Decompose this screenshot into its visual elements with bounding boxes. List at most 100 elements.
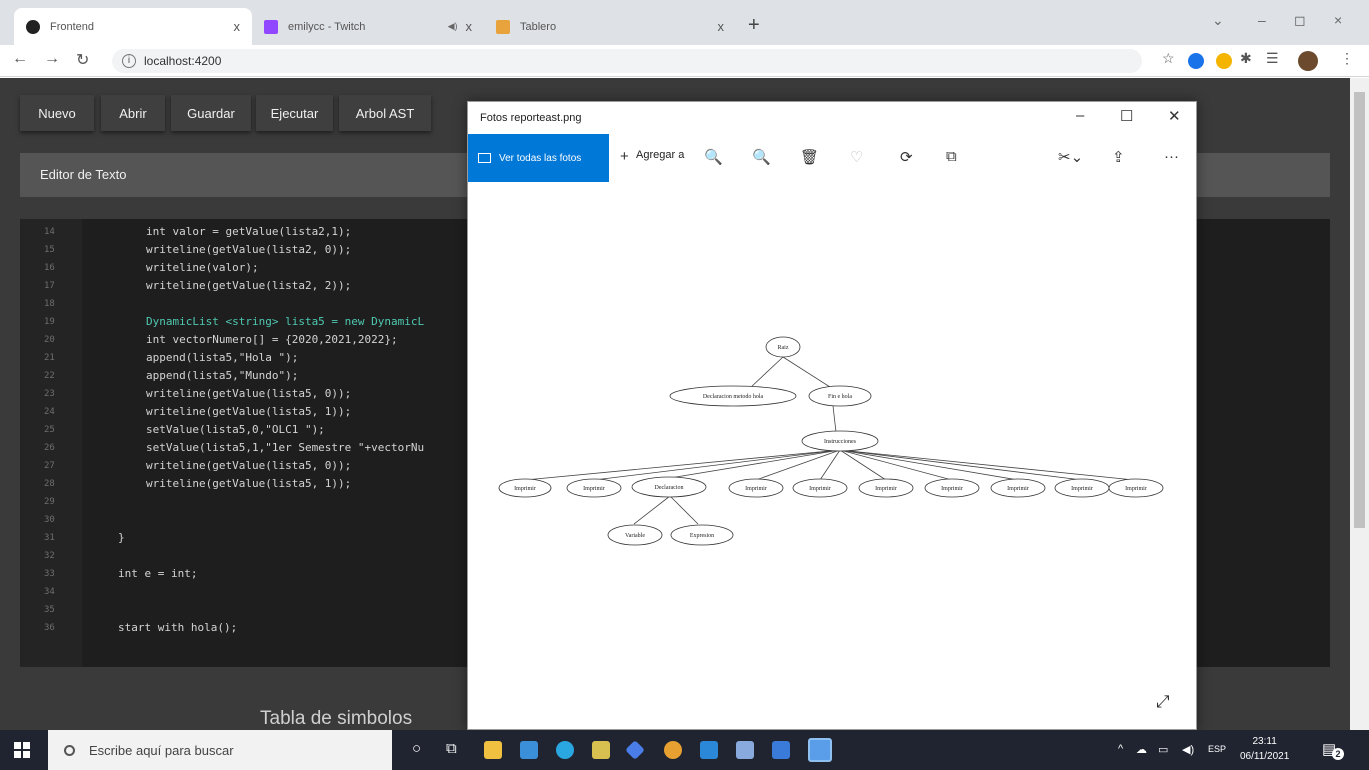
notifications-icon[interactable]: ▤ 2 xyxy=(1322,740,1344,760)
crop-icon[interactable]: ⧉ xyxy=(946,148,957,165)
photos-command-bar: Ver todas las fotos + Agregar a 🔍 🔍 🗑 ♡ … xyxy=(468,134,1196,182)
extensions-puzzle-icon[interactable]: ✱ xyxy=(1240,50,1252,67)
cortana-icon[interactable]: ○ xyxy=(412,740,421,757)
line-number: 17 xyxy=(44,281,55,291)
address-bar[interactable]: i localhost:4200 xyxy=(112,49,1142,73)
input-language[interactable]: ESP xyxy=(1208,744,1226,754)
code-line: writeline(getValue(lista2, 2)); xyxy=(146,279,352,292)
ast-image: Raiz Declaracion metodo hola Fin e hola … xyxy=(498,336,1164,546)
tree-label: Variable xyxy=(625,533,645,539)
twitch-icon xyxy=(264,19,278,34)
avatar[interactable] xyxy=(1298,51,1318,71)
line-number: 34 xyxy=(44,587,55,597)
scrollbar-thumb[interactable] xyxy=(1354,92,1365,528)
tree-label: Instrucciones xyxy=(824,439,857,445)
close-tab-icon[interactable]: x xyxy=(466,19,473,34)
photos-close-button[interactable]: ✕ xyxy=(1168,107,1181,125)
favorite-icon[interactable]: ♡ xyxy=(850,148,863,166)
forward-icon[interactable]: → xyxy=(44,50,60,68)
line-number: 30 xyxy=(44,515,55,525)
share-icon[interactable]: ⇪ xyxy=(1112,148,1125,166)
audio-icon[interactable]: ◀) xyxy=(448,21,458,32)
tree-edge xyxy=(749,356,784,389)
abrir-button[interactable]: Abrir xyxy=(101,95,165,131)
minimize-button[interactable]: – xyxy=(1258,12,1266,28)
vscode-icon[interactable] xyxy=(700,741,718,759)
store-bag-icon[interactable] xyxy=(484,741,502,759)
edge-icon[interactable] xyxy=(556,741,574,759)
clock[interactable]: 23:11 06/11/2021 xyxy=(1240,734,1289,764)
tree-edge xyxy=(819,449,841,481)
tree-label: Imprimir xyxy=(1007,486,1029,492)
more-icon[interactable]: ··· xyxy=(1164,148,1179,165)
close-window-button[interactable]: × xyxy=(1334,12,1342,28)
tab-twitch[interactable]: emilycc - Twitch ◀) x xyxy=(252,8,484,45)
guardar-button[interactable]: Guardar xyxy=(171,95,251,131)
browser-menu-icon[interactable]: ⋮ xyxy=(1340,50,1354,67)
photos-minimize-button[interactable]: – xyxy=(1076,107,1084,124)
tree-label: Fin e hola xyxy=(828,394,852,400)
code-line: writeline(getValue(lista5, 1)); xyxy=(146,405,352,418)
code-line: writeline(valor); xyxy=(146,261,259,274)
restore-button[interactable]: ◻ xyxy=(1294,12,1306,29)
photos-app-icon[interactable] xyxy=(808,738,832,762)
zoom-in-icon[interactable]: 🔍 xyxy=(704,148,723,166)
tab-frontend[interactable]: Frontend x xyxy=(14,8,252,45)
rotate-icon[interactable]: ⟳ xyxy=(900,148,913,166)
file-explorer-icon[interactable] xyxy=(592,741,610,759)
arbol-ast-button[interactable]: Arbol AST xyxy=(339,95,431,131)
windows-start-icon[interactable] xyxy=(14,742,30,758)
new-tab-button[interactable]: + xyxy=(748,14,760,37)
tree-label: Imprimir xyxy=(1071,486,1093,492)
info-icon[interactable]: i xyxy=(122,54,136,68)
extension-o-icon[interactable] xyxy=(1188,53,1204,69)
tree-label: Imprimir xyxy=(514,486,536,492)
app-window-icon[interactable] xyxy=(772,741,790,759)
volume-icon[interactable]: ◀) xyxy=(1182,743,1194,756)
zoom-out-icon[interactable]: 🔍 xyxy=(752,148,771,166)
tray-chevron-icon[interactable]: ^ xyxy=(1118,743,1123,755)
chrome-icon[interactable] xyxy=(664,741,682,759)
add-to-label[interactable]: Agregar a xyxy=(636,149,684,161)
close-tab-icon[interactable]: x xyxy=(718,19,725,34)
add-icon[interactable]: + xyxy=(620,148,629,165)
tree-edge xyxy=(755,449,841,481)
back-icon[interactable]: ← xyxy=(12,50,28,68)
clock-time: 23:11 xyxy=(1252,736,1277,747)
network-icon[interactable]: ☁ xyxy=(1136,743,1147,756)
app-icon[interactable] xyxy=(736,741,754,759)
battery-icon[interactable]: ▭ xyxy=(1158,743,1168,756)
line-number: 16 xyxy=(44,263,55,273)
bookmark-star-icon[interactable]: ☆ xyxy=(1162,50,1175,67)
photos-maximize-button[interactable]: ☐ xyxy=(1120,107,1133,125)
app-diamond-icon[interactable] xyxy=(625,740,645,760)
tree-label: Imprimir xyxy=(745,486,767,492)
profile-dropdown-icon[interactable]: ⌄ xyxy=(1212,12,1224,29)
edit-icon[interactable]: ✂⌄ xyxy=(1058,148,1083,166)
close-tab-icon[interactable]: x xyxy=(234,19,241,34)
expand-icon[interactable]: ⤢ xyxy=(1156,692,1170,712)
tree-label: Declaracion xyxy=(655,485,684,491)
nuevo-button[interactable]: Nuevo xyxy=(20,95,94,131)
line-number: 25 xyxy=(44,425,55,435)
browser-tab-strip: Frontend x emilycc - Twitch ◀) x Tablero… xyxy=(0,0,1369,45)
tree-edge xyxy=(633,495,671,525)
ejecutar-button[interactable]: Ejecutar xyxy=(256,95,333,131)
reload-icon[interactable]: ↻ xyxy=(76,50,89,70)
tree-edge xyxy=(832,405,837,433)
tab-tablero[interactable]: Tablero x xyxy=(484,8,736,45)
mail-icon[interactable] xyxy=(520,741,538,759)
search-icon xyxy=(64,744,75,756)
all-photos-button[interactable]: Ver todas las fotos xyxy=(468,134,609,182)
code-line: writeline(getValue(lista2, 0)); xyxy=(146,243,352,256)
tab-title: emilycc - Twitch xyxy=(288,20,366,33)
code-line: int vectorNumero[] = {2020,2021,2022}; xyxy=(146,333,398,346)
tree-label: Imprimir xyxy=(875,486,897,492)
task-view-icon[interactable]: ⧉ xyxy=(446,740,457,757)
code-line: start with hola(); xyxy=(118,621,238,634)
extension-moon-icon[interactable] xyxy=(1216,53,1232,69)
taskbar-search[interactable]: Escribe aquí para buscar xyxy=(48,730,392,770)
reading-list-icon[interactable]: ☰ xyxy=(1266,50,1279,67)
delete-icon[interactable]: 🗑 xyxy=(800,148,819,166)
page-scrollbar[interactable] xyxy=(1350,78,1369,730)
